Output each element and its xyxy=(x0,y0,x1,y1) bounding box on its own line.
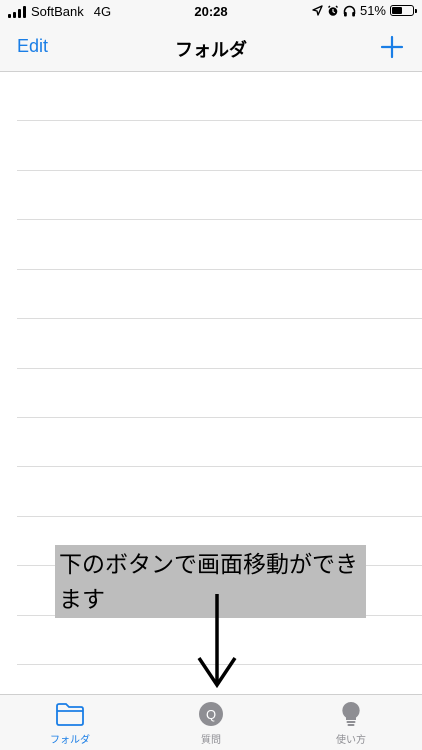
status-bar: SoftBank 4G 20:28 51% xyxy=(0,0,422,24)
tab-folder-label: フォルダ xyxy=(50,735,90,746)
battery-percent: 51% xyxy=(359,3,386,18)
row-separator xyxy=(17,219,422,220)
navigation-bar: Edit フォルダ xyxy=(0,24,422,72)
battery-fill xyxy=(392,7,402,14)
folder-icon xyxy=(56,703,84,726)
down-arrow-icon xyxy=(197,594,237,688)
plus-icon[interactable] xyxy=(380,35,404,59)
status-right: 51% xyxy=(312,3,417,18)
svg-text:Q: Q xyxy=(206,707,216,722)
row-separator xyxy=(17,318,422,319)
lightbulb-icon xyxy=(342,701,360,726)
row-separator xyxy=(17,368,422,369)
location-icon xyxy=(312,5,323,16)
question-circle-icon: Q xyxy=(199,702,223,726)
tab-bar: フォルダ Q 質問 使い方 xyxy=(0,694,422,750)
row-separator xyxy=(17,417,422,418)
tab-howto[interactable]: 使い方 xyxy=(301,701,401,746)
alarm-icon xyxy=(327,5,338,16)
battery-icon xyxy=(390,5,417,16)
row-separator xyxy=(17,466,422,467)
row-separator xyxy=(17,516,422,517)
tab-question[interactable]: Q 質問 xyxy=(161,701,261,746)
page-title: フォルダ xyxy=(175,40,247,60)
row-separator xyxy=(17,269,422,270)
tab-question-label: 質問 xyxy=(201,735,221,746)
headphones-icon xyxy=(343,5,356,16)
tab-folder[interactable]: フォルダ xyxy=(20,701,120,746)
tab-howto-label: 使い方 xyxy=(336,735,366,746)
row-separator xyxy=(17,170,422,171)
row-separator xyxy=(17,120,422,121)
